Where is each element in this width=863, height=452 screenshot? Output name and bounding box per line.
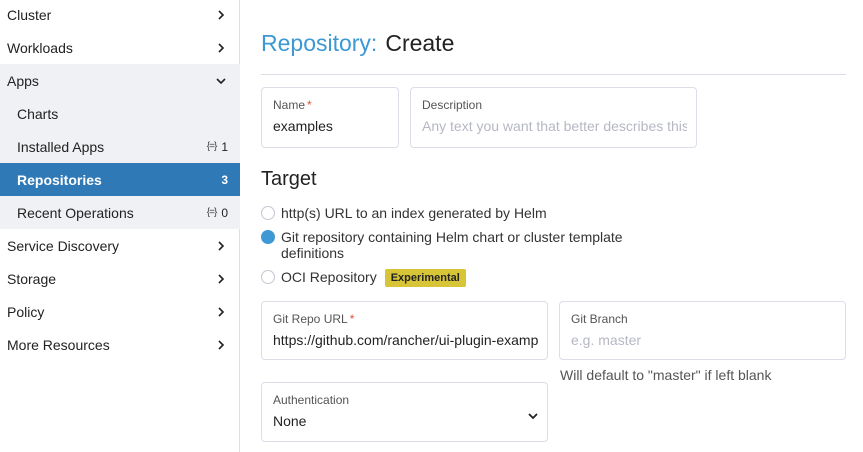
nav-workloads[interactable]: Workloads — [0, 31, 240, 64]
git-branch-hint: Will default to "master" if left blank — [560, 367, 772, 383]
nav-more-resources[interactable]: More Resources — [0, 328, 240, 361]
git-branch-input[interactable] — [571, 332, 836, 348]
description-input[interactable] — [422, 118, 687, 134]
git-branch-field[interactable]: Git Branch — [559, 301, 846, 360]
chevron-down-icon — [214, 74, 228, 88]
name-label: Name * — [273, 98, 312, 112]
experimental-badge: Experimental — [384, 269, 466, 287]
sidebar-item-installed-apps[interactable]: Installed Apps {=} 1 — [0, 130, 240, 163]
chevron-right-icon — [214, 8, 228, 22]
sidebar-item-label: Recent Operations — [17, 204, 134, 221]
git-repo-url-field[interactable]: Git Repo URL * — [261, 301, 548, 360]
required-mark: * — [307, 98, 312, 112]
git-repo-url-label-text: Git Repo URL — [273, 312, 348, 326]
authentication-label: Authentication — [273, 393, 350, 407]
page-action: Create — [385, 30, 455, 56]
sidebar-item-label: Charts — [17, 105, 59, 122]
target-option-helm-url[interactable]: http(s) URL to an index generated by Hel… — [261, 205, 547, 221]
chevron-right-icon — [214, 41, 228, 55]
nav-service-discovery-label: Service Discovery — [7, 237, 120, 254]
nav-apps[interactable]: Apps — [0, 64, 240, 97]
target-option-git-repo[interactable]: Git repository containing Helm chart or … — [261, 229, 623, 261]
sidebar-item-recent-operations[interactable]: Recent Operations {=} 0 — [0, 196, 240, 229]
sidebar-item-label: Repositories — [17, 171, 102, 188]
page-title: Repository: Create — [261, 30, 454, 57]
radio-label-line2: definitions — [281, 245, 345, 261]
description-label: Description — [422, 98, 483, 112]
radio-label: Git repository containing Helm chart or … — [281, 229, 623, 261]
nav-cluster-label: Cluster — [7, 6, 52, 23]
required-mark: * — [349, 312, 355, 326]
chevron-right-icon — [214, 338, 228, 352]
target-section-title: Target — [261, 168, 317, 190]
chevron-right-icon — [214, 272, 228, 286]
sidebar-item-count: 3 — [221, 172, 228, 187]
sidebar-item-count: 0 — [221, 205, 228, 220]
nav-apps-label: Apps — [7, 72, 39, 89]
git-branch-label: Git Branch — [571, 312, 628, 326]
sidebar-item-label: Installed Apps — [17, 138, 105, 155]
nav-more-resources-label: More Resources — [7, 336, 110, 353]
sidebar-item-repositories[interactable]: Repositories 3 — [0, 163, 240, 196]
resource-badge-icon: {=} — [206, 207, 217, 218]
radio-unchecked-icon[interactable] — [261, 270, 275, 284]
name-field[interactable]: Name * — [261, 87, 399, 148]
nav-workloads-label: Workloads — [7, 39, 73, 56]
sidebar-item-count: 1 — [221, 139, 228, 154]
nav-storage[interactable]: Storage — [0, 262, 240, 295]
chevron-right-icon — [214, 239, 228, 253]
description-field[interactable]: Description — [410, 87, 697, 148]
name-input[interactable] — [273, 118, 389, 134]
authentication-value: None — [273, 413, 307, 429]
divider — [261, 74, 846, 75]
git-repo-url-label: Git Repo URL * — [273, 312, 354, 326]
target-option-oci[interactable]: OCI Repository Experimental — [261, 269, 466, 287]
nav-policy[interactable]: Policy — [0, 295, 240, 328]
radio-checked-icon[interactable] — [261, 230, 275, 244]
main-content: Repository:Create Name* Description Targ… — [261, 0, 863, 452]
sidebar: Cluster Workloads Apps Charts Installed … — [0, 0, 240, 452]
radio-unchecked-icon[interactable] — [261, 206, 275, 220]
chevron-right-icon — [214, 305, 228, 319]
radio-label: OCI Repository — [281, 269, 377, 285]
nav-storage-label: Storage — [7, 270, 57, 287]
nav-service-discovery[interactable]: Service Discovery — [0, 229, 240, 262]
git-repo-url-input[interactable] — [273, 332, 538, 348]
name-label-text: Name — [273, 98, 306, 112]
apps-group: Apps Charts Installed Apps {=} 1 Reposit… — [0, 64, 240, 229]
breadcrumb-link[interactable]: Repository: — [261, 30, 377, 56]
radio-label: http(s) URL to an index generated by Hel… — [281, 205, 547, 221]
resource-badge-icon: {=} — [206, 141, 217, 152]
authentication-select[interactable]: Authentication None — [261, 382, 548, 442]
nav-policy-label: Policy — [7, 303, 45, 320]
nav-cluster[interactable]: Cluster — [0, 0, 240, 31]
sidebar-item-charts[interactable]: Charts — [0, 97, 240, 130]
radio-label-line1: Git repository containing Helm chart or … — [281, 229, 623, 245]
chevron-down-icon[interactable] — [527, 410, 539, 422]
